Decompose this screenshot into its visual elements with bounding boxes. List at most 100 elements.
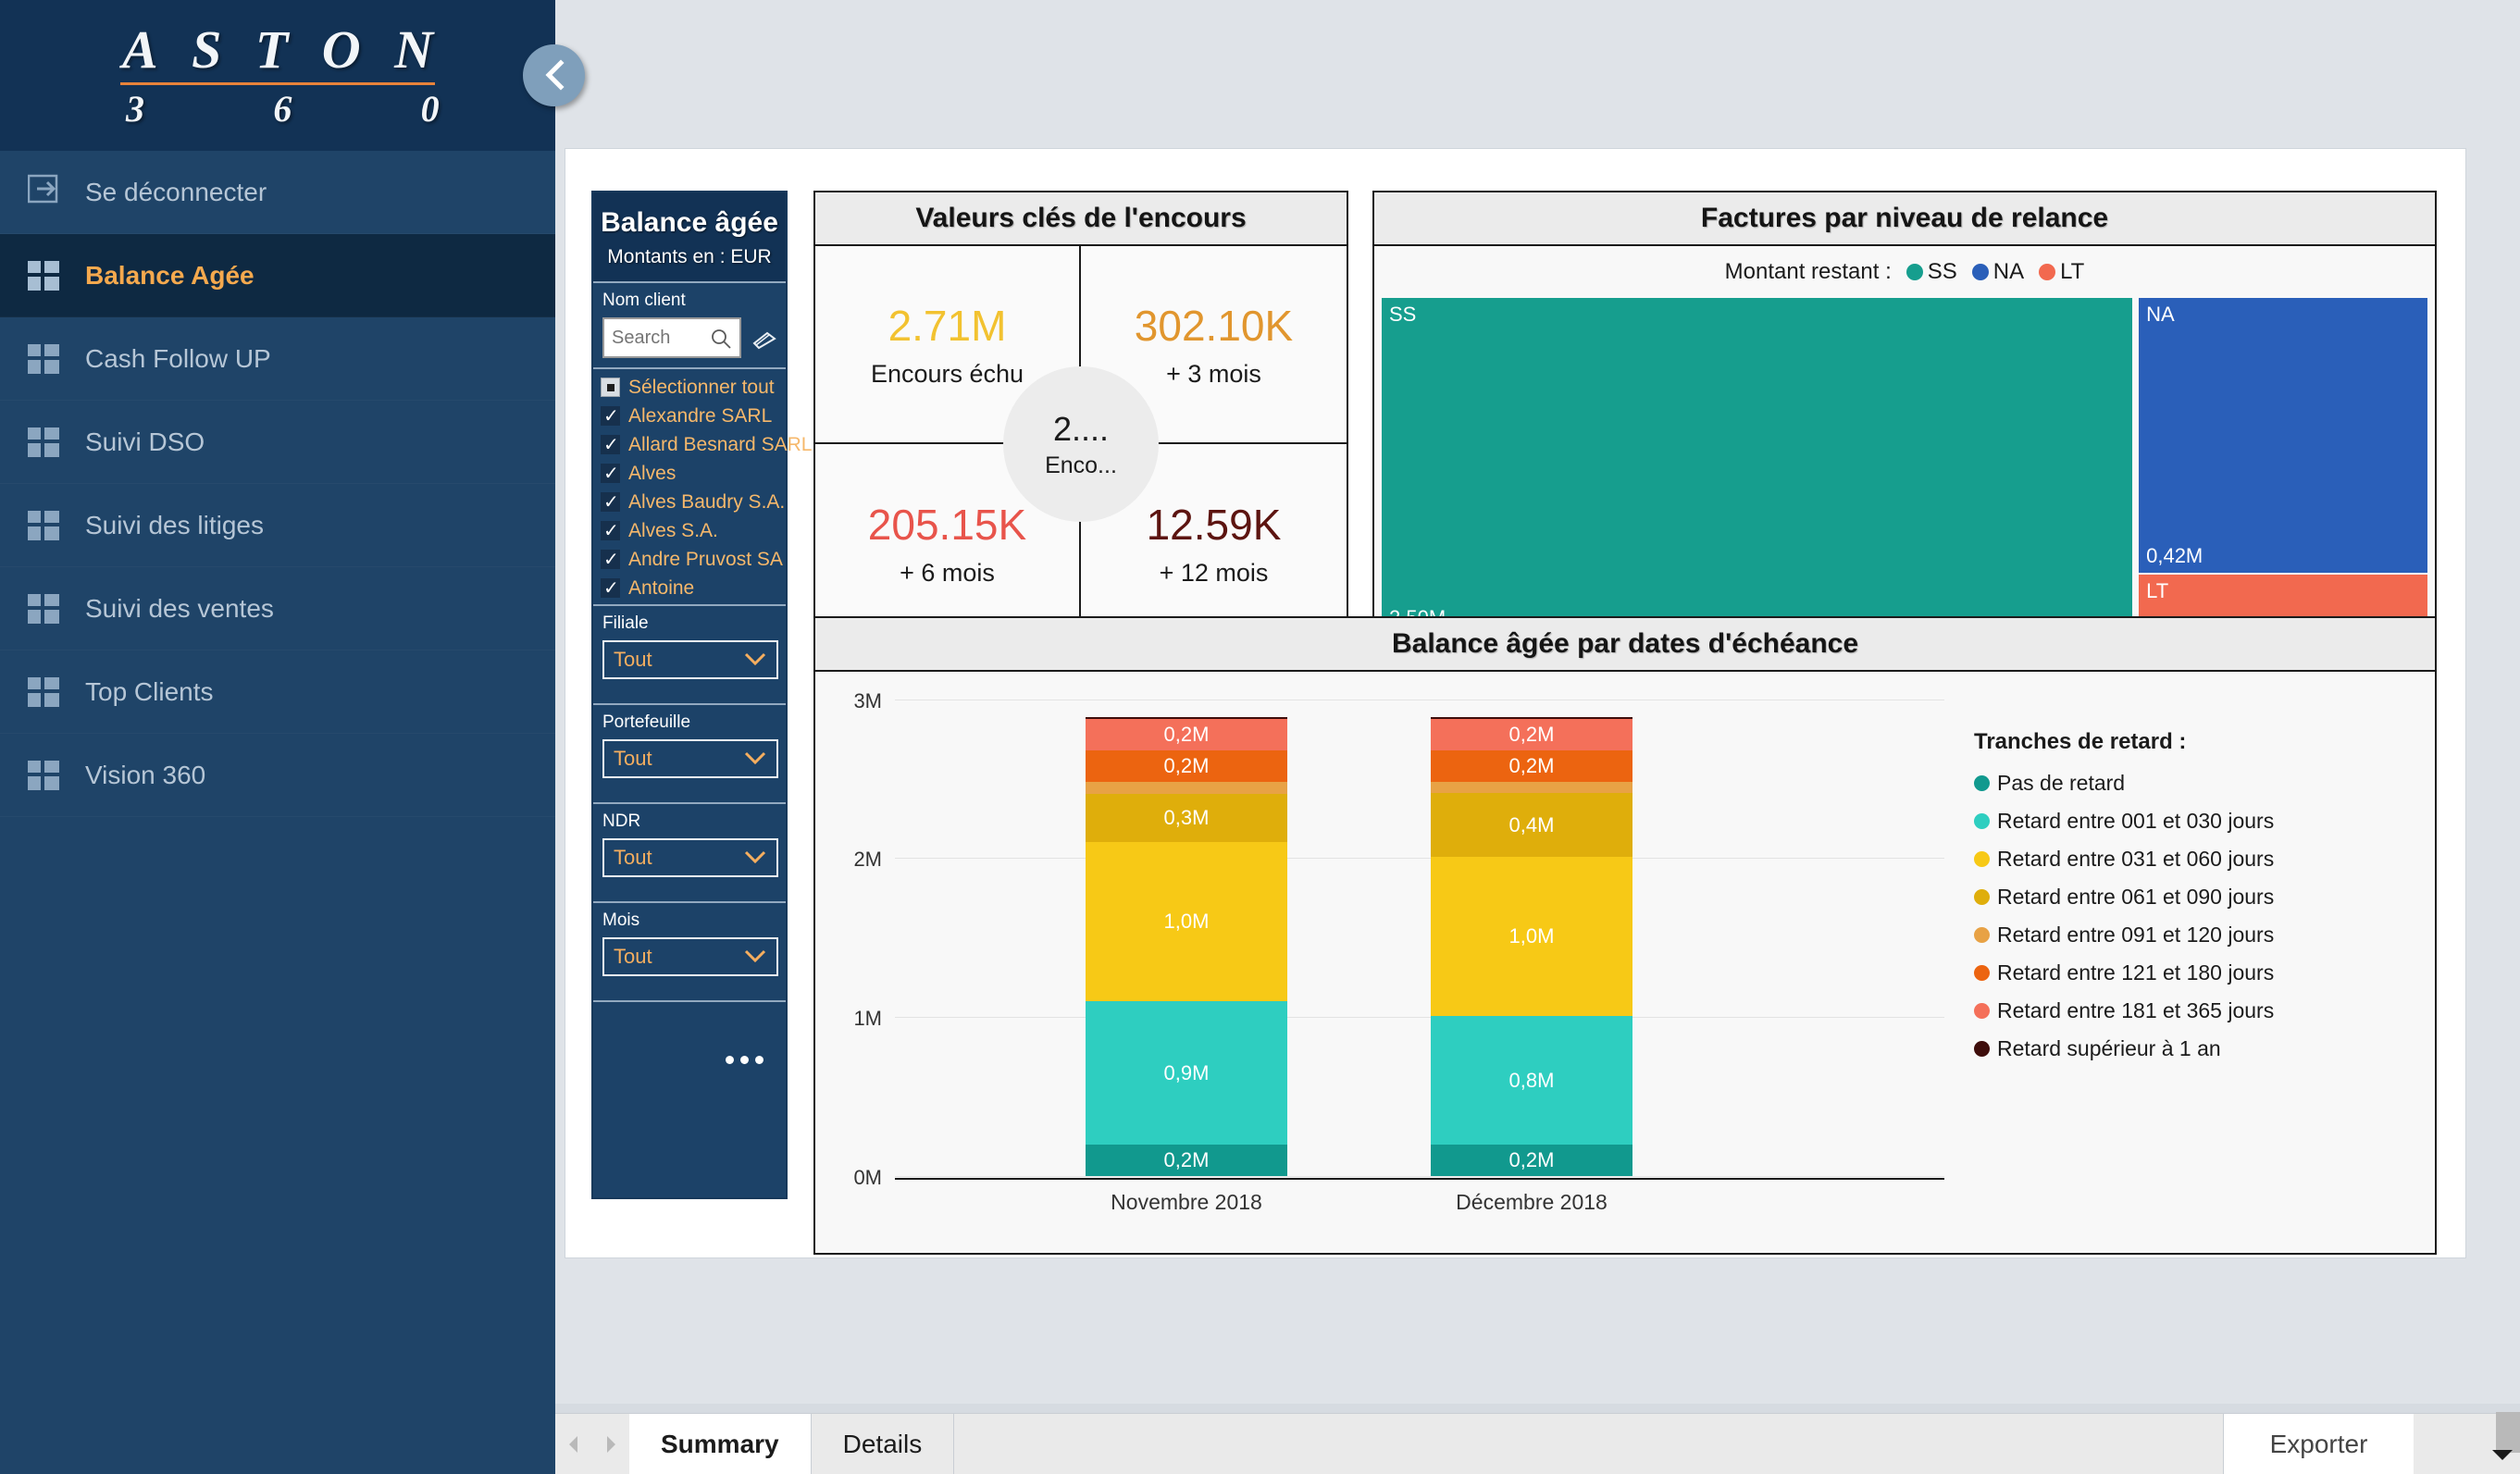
legend-item-ss[interactable]: SS [1906,259,1957,285]
ndr-value: Tout [614,846,652,869]
logo-number: 0 [420,88,440,130]
legend-label: NA [1992,259,2025,284]
legend-item[interactable]: Pas de retard [1974,764,2409,802]
treemap-tile-ss[interactable]: SS 2,50M [1382,298,2133,635]
checkbox-checked-icon[interactable]: ✓ [601,435,620,455]
triangle-down-icon[interactable] [2490,1447,2514,1467]
filiale-dropdown[interactable]: Tout [602,640,778,679]
bar-segment-label: 0,2M [1508,1148,1555,1171]
bar-segment[interactable]: 0,8M [1431,1016,1632,1145]
search-input[interactable] [612,327,714,349]
eraser-icon[interactable] [752,331,776,356]
bar-segment[interactable] [1431,782,1632,793]
triangle-left-icon[interactable] [555,1414,592,1474]
checkbox-partial-icon[interactable] [601,378,620,397]
list-item[interactable]: ✓ Antoine [601,574,786,602]
sidebar-item-logout[interactable]: Se déconnecter [0,151,555,234]
bar-segment[interactable]: 0,9M [1086,1001,1287,1145]
bar-segment[interactable]: 0,2M [1431,750,1632,782]
checkbox-checked-icon[interactable]: ✓ [601,521,620,541]
triangle-right-icon[interactable] [592,1414,629,1474]
sidebar-item-suivi-des-ventes[interactable]: Suivi des ventes [0,567,555,650]
tab-details[interactable]: Details [812,1414,955,1474]
kpi-center-total[interactable]: 2.... Enco... [1003,366,1159,522]
logo-number: 3 [126,88,144,130]
checkbox-checked-icon[interactable]: ✓ [601,406,620,427]
legend-color-dot [1974,889,1990,905]
checkbox-checked-icon[interactable]: ✓ [601,578,620,599]
sidebar-item-label: Suivi des ventes [85,593,274,623]
kpi-value: 302.10K [1134,301,1294,350]
search-input-wrapper[interactable] [602,317,741,358]
kpi-label: Encours échu [870,359,1024,388]
list-item[interactable]: ✓ Alves S.A. [601,516,786,545]
bar-segment[interactable]: 0,2M [1431,719,1632,750]
bar-segment[interactable]: 1,0M [1431,857,1632,1016]
treemap-card: Factures par niveau de relance Montant r… [1372,191,2437,644]
legend-item[interactable]: Retard entre 061 et 090 jours [1974,878,2409,916]
list-item[interactable]: ✓ Alves Baudry S.A. [601,488,786,516]
checkbox-checked-icon[interactable]: ✓ [601,464,620,484]
legend-item-na[interactable]: NA [1971,259,2025,285]
treemap-tile-na[interactable]: NA 0,42M [2139,298,2427,573]
bar-segment-label: 0,2M [1163,754,1210,777]
list-item-label: Antoine [628,576,695,599]
bar-segment-label: 0,2M [1508,723,1555,746]
legend-item[interactable]: Retard entre 031 et 060 jours [1974,840,2409,878]
chevron-left-icon[interactable] [523,44,585,106]
list-item[interactable]: ✓ Allard Besnard SARL [601,430,812,459]
portefeuille-dropdown[interactable]: Tout [602,739,778,778]
list-item-label: Andre Pruvost SA [628,548,783,570]
kpi-label: + 3 mois [1166,359,1261,388]
mois-filter-section: Mois Tout [593,901,786,1000]
y-axis-tick: 2M [853,848,882,871]
mois-dropdown[interactable]: Tout [602,937,778,976]
list-item[interactable]: ✓ Alves [601,459,786,488]
bar-segment[interactable]: 0,2M [1086,750,1287,782]
bar-segment[interactable]: 1,0M [1086,842,1287,1001]
bar-segment[interactable]: 0,3M [1086,794,1287,842]
bar-segment[interactable]: 0,2M [1086,1145,1287,1176]
client-filter-section: Nom client [593,281,786,367]
sidebar-item-suivi-des-litiges[interactable]: Suivi des litiges [0,484,555,567]
sidebar-item-top-clients[interactable]: Top Clients [0,650,555,734]
legend-item[interactable]: Retard entre 001 et 030 jours [1974,802,2409,840]
chevron-down-icon [743,945,767,969]
sidebar-item-label: Vision 360 [85,760,206,789]
export-button[interactable]: Exporter [2224,1414,2414,1474]
chevron-left-glyph [545,59,565,91]
list-item-select-all[interactable]: Sélectionner tout [601,373,786,402]
bar-segment[interactable]: 0,4M [1431,793,1632,857]
kpi-label: + 12 mois [1159,558,1269,587]
legend-label: LT [2060,259,2085,284]
ndr-dropdown[interactable]: Tout [602,838,778,877]
list-item[interactable]: ✓ Andre Pruvost SA [601,545,786,574]
sidebar-item-vision-360[interactable]: Vision 360 [0,734,555,817]
ndr-label: NDR [602,811,641,831]
list-item[interactable]: ✓ Alexandre SARL [601,402,786,430]
chevron-down-icon [743,747,767,771]
ellipsis-icon[interactable] [602,1010,776,1074]
sidebar-item-balance-agee[interactable]: Balance Agée [0,234,555,317]
logo-letter: S [192,19,222,80]
tab-summary[interactable]: Summary [629,1414,812,1474]
y-axis-tick: 0M [853,1166,882,1189]
bar-decembre-2018[interactable]: 0,2M 0,2M 0,4M 1,0M 0,8M 0,2M [1431,717,1632,1176]
legend-item[interactable]: Retard entre 121 et 180 jours [1974,954,2409,992]
bar-segment[interactable]: 0,2M [1431,1145,1632,1176]
list-item-label: Allard Besnard SARL [628,433,813,455]
bar-segment[interactable] [1086,782,1287,794]
legend-item[interactable]: Retard supérieur à 1 an [1974,1030,2409,1068]
legend-item[interactable]: Retard entre 181 et 365 jours [1974,992,2409,1030]
sidebar-item-suivi-dso[interactable]: Suivi DSO [0,401,555,484]
legend-item[interactable]: Retard entre 091 et 120 jours [1974,916,2409,954]
legend-color-dot [1974,1003,1990,1019]
filiale-value: Tout [614,648,652,671]
legend-item-lt[interactable]: LT [2039,259,2084,285]
bar-novembre-2018[interactable]: 0,2M 0,2M 0,3M 1,0M 0,9M 0,2M [1086,717,1287,1176]
checkbox-checked-icon[interactable]: ✓ [601,550,620,570]
sidebar-item-cash-follow-up[interactable]: Cash Follow UP [0,317,555,401]
bar-segment[interactable]: 0,2M [1086,719,1287,750]
treemap-legend: Montant restant : SS NA LT [1374,246,2435,298]
checkbox-checked-icon[interactable]: ✓ [601,492,620,513]
